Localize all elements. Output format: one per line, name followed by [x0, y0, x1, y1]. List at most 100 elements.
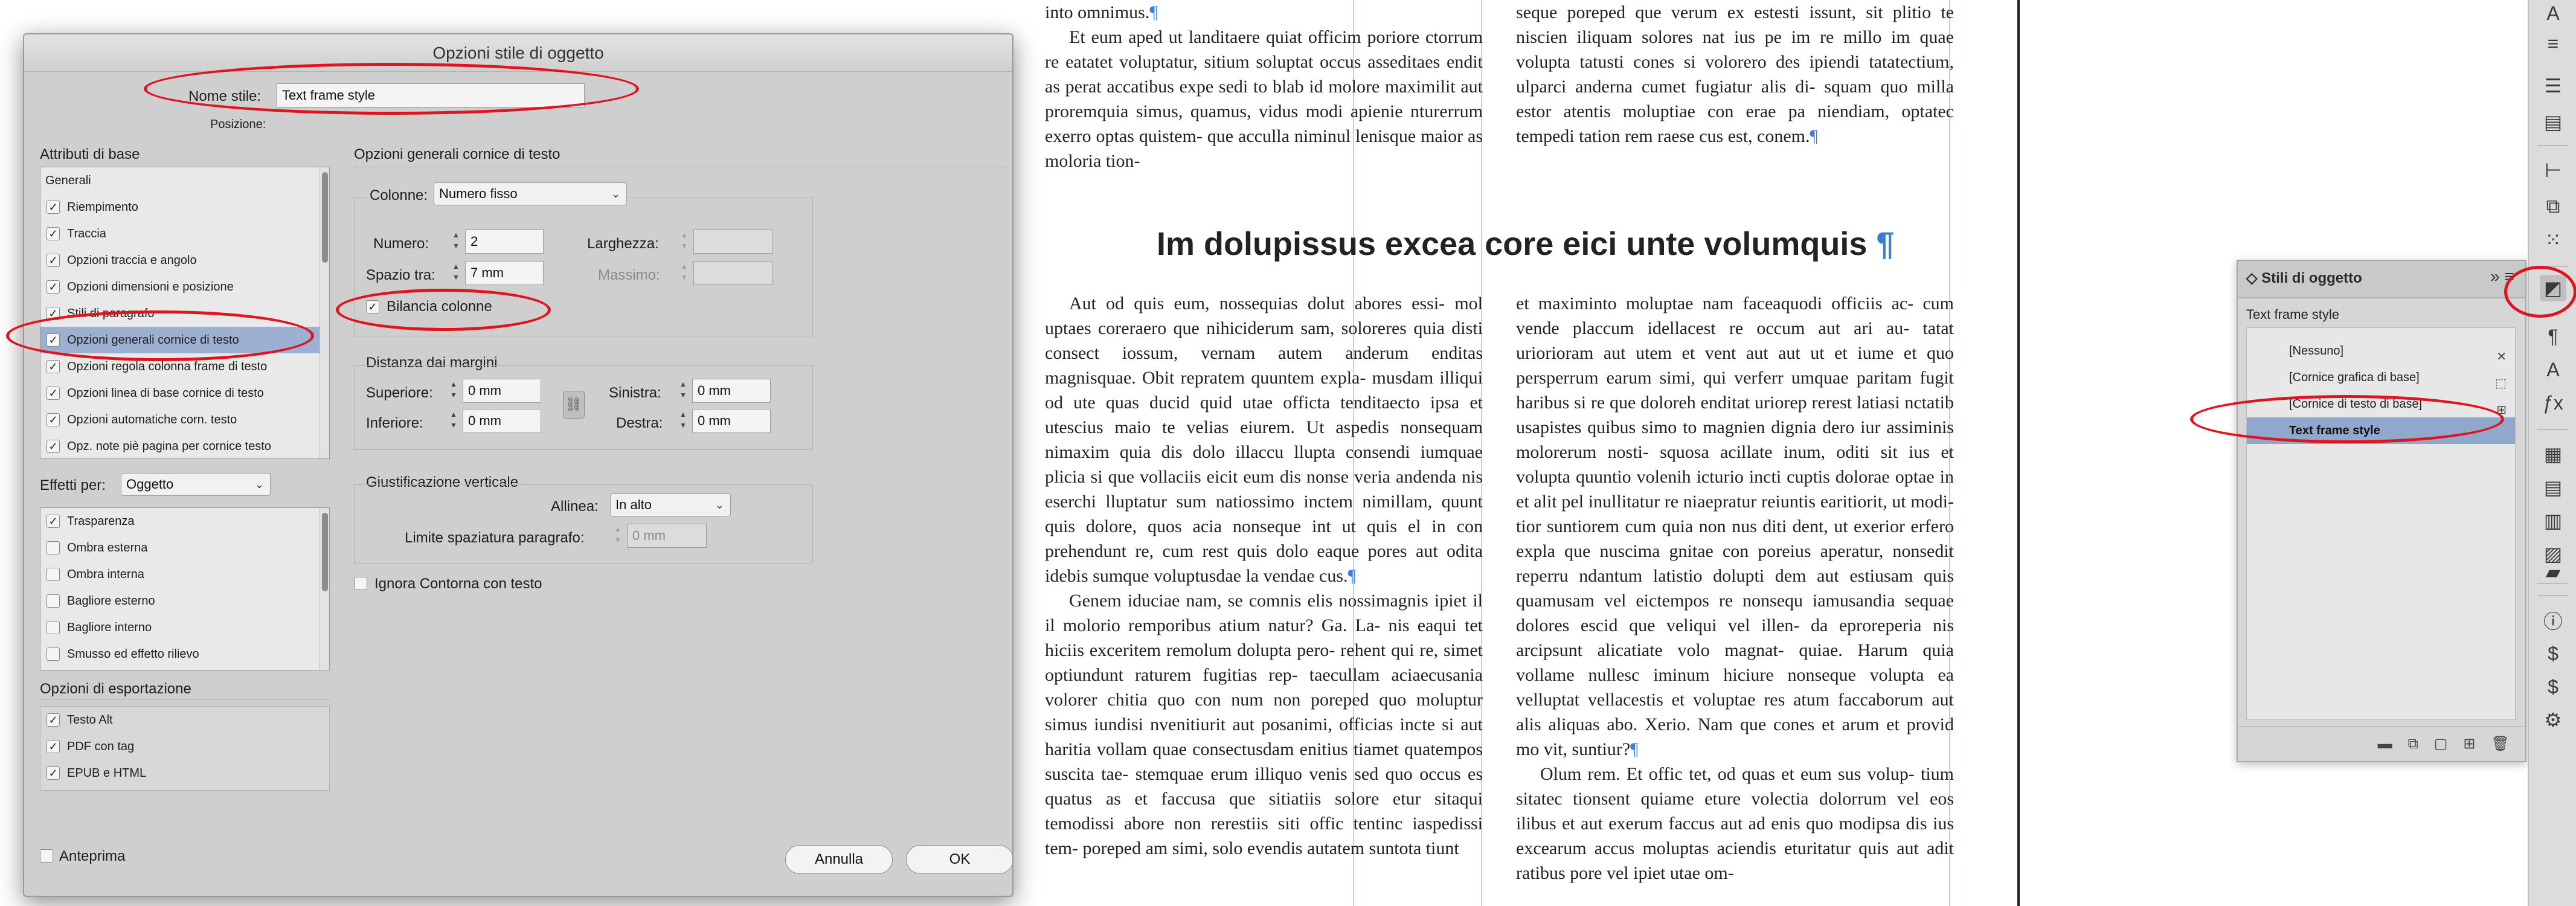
export-item[interactable]: ✓ PDF con tag: [40, 733, 329, 760]
balance-columns-checkbox[interactable]: ✓: [366, 300, 379, 313]
text-column-left[interactable]: Aut od quis eum, nossequias dolut abores…: [1045, 291, 1483, 906]
folder-icon[interactable]: ▬: [2378, 736, 2392, 753]
export-checkbox[interactable]: ✓: [47, 766, 60, 780]
link-chain-icon[interactable]: ⛓: [563, 391, 585, 419]
text-column-right[interactable]: et maximinto moluptae nam faceaquodi off…: [1516, 291, 1954, 906]
effect-checkbox[interactable]: [47, 541, 60, 554]
attribute-item[interactable]: ✓ Traccia: [40, 220, 329, 247]
attribute-checkbox[interactable]: ✓: [47, 413, 60, 426]
style-item-basic-text-frame[interactable]: [Cornice di testo di base] ⊞: [2247, 391, 2515, 417]
attribute-item[interactable]: ✓ Stili di paragrafo: [40, 300, 329, 327]
gutter-input[interactable]: 7 mm: [465, 261, 544, 285]
attribute-checkbox[interactable]: ✓: [47, 440, 60, 453]
panel-tab-object-styles[interactable]: ◇ Stili di oggetto: [2246, 269, 2362, 287]
cell-styles-icon[interactable]: ▥: [2540, 507, 2566, 534]
panel-title-bar[interactable]: ◇ Stili di oggetto » ≡: [2238, 261, 2525, 298]
attribute-checkbox[interactable]: ✓: [47, 227, 60, 240]
attribute-item[interactable]: ✓ Opzioni dimensioni e posizione: [40, 274, 329, 300]
attribute-item[interactable]: ✓ Riempimento: [40, 194, 329, 220]
attribute-item[interactable]: ✓ Opz. note piè pagina per cornice testo: [40, 433, 329, 458]
attribute-checkbox[interactable]: ✓: [47, 307, 60, 320]
preview-checkbox[interactable]: [40, 849, 53, 863]
export-item[interactable]: ✓ Testo Alt: [40, 707, 329, 733]
character-panel-icon[interactable]: A: [2540, 0, 2566, 27]
attribute-item[interactable]: ✓ Opzioni traccia e angolo: [40, 247, 329, 274]
bottom-inset-input[interactable]: 0 mm: [463, 409, 541, 433]
export-checkbox[interactable]: ✓: [47, 740, 60, 753]
left-inset-stepper[interactable]: ▲ ▼: [676, 379, 690, 403]
effects-for-select[interactable]: Oggetto ⌄: [121, 473, 271, 496]
attribute-checkbox[interactable]: ✓: [47, 201, 60, 214]
alignment-icon[interactable]: ⊢: [2540, 157, 2566, 184]
attributes-list[interactable]: Generali ✓ Riempimento ✓ Traccia ✓ Opzioni …: [40, 167, 330, 459]
style-item-none[interactable]: [Nessuno] ✕: [2247, 338, 2515, 364]
style-name-input[interactable]: Text frame style: [277, 83, 585, 108]
ok-button[interactable]: OK: [906, 845, 1012, 874]
new-style-icon[interactable]: ⊞: [2463, 735, 2475, 753]
object-styles-panel[interactable]: ◇ Stili di oggetto » ≡ Text frame style …: [2237, 260, 2526, 762]
scroll-thumb[interactable]: [322, 172, 328, 263]
attribute-checkbox[interactable]: ✓: [47, 387, 60, 400]
attribute-checkbox[interactable]: ✓: [47, 280, 60, 294]
clear-overrides-icon[interactable]: ⧉: [2408, 736, 2418, 753]
effect-checkbox[interactable]: [47, 647, 60, 661]
ignore-text-wrap-checkbox[interactable]: [354, 577, 367, 590]
clear-attributes-icon[interactable]: ▢: [2434, 735, 2448, 753]
style-item-text-frame-style[interactable]: Text frame style: [2247, 417, 2515, 444]
top-inset-stepper[interactable]: ▲ ▼: [447, 379, 460, 403]
effect-checkbox[interactable]: [47, 621, 60, 634]
scroll-thumb[interactable]: [322, 513, 328, 591]
effect-item[interactable]: Ombra interna: [40, 561, 329, 588]
gutter-stepper[interactable]: ▲ ▼: [449, 261, 463, 285]
variables-icon[interactable]: $: [2540, 640, 2566, 667]
attribute-checkbox[interactable]: ✓: [47, 360, 60, 373]
number-input[interactable]: 2: [465, 230, 544, 254]
style-item-basic-graphic-frame[interactable]: [Cornice grafica di base] ⬚: [2247, 364, 2515, 391]
text-column-top-right[interactable]: seque poreped que verum ex estesti issun…: [1516, 0, 1954, 149]
attribute-item[interactable]: ✓ Opzioni linea di base cornice di testo: [40, 380, 329, 406]
object-style-options-dialog[interactable]: Opzioni stile di oggetto Nome stile: Tex…: [23, 33, 1013, 897]
effect-checkbox[interactable]: ✓: [47, 515, 60, 528]
left-inset-input[interactable]: 0 mm: [692, 379, 771, 403]
effect-item[interactable]: ✓ Trasparenza: [40, 508, 329, 535]
effects-scrollbar[interactable]: [320, 508, 329, 670]
align-select[interactable]: In alto ⌄: [610, 493, 731, 516]
top-inset-input[interactable]: 0 mm: [463, 379, 541, 403]
attribute-item[interactable]: ✓ Opzioni regola colonna frame di testo: [40, 353, 329, 380]
attribute-checkbox[interactable]: ✓: [47, 254, 60, 267]
right-inset-input[interactable]: 0 mm: [692, 409, 771, 433]
character-styles-icon[interactable]: A: [2540, 356, 2566, 383]
paragraph-styles-icon[interactable]: ¶: [2540, 323, 2566, 350]
comments-icon[interactable]: ▰: [2540, 559, 2566, 585]
document-heading[interactable]: Im dolupissus excea core eici unte volum…: [1157, 225, 1894, 263]
attributes-scrollbar[interactable]: [320, 167, 329, 458]
bottom-inset-stepper[interactable]: ▲ ▼: [447, 409, 460, 433]
number-stepper[interactable]: ▲ ▼: [449, 230, 463, 254]
data-merge-icon[interactable]: $: [2540, 673, 2566, 700]
effect-checkbox[interactable]: [47, 594, 60, 608]
align-panel-icon[interactable]: ☰: [2540, 72, 2566, 99]
attribute-item-selected[interactable]: ✓ Opzioni generali cornice di testo: [40, 327, 329, 353]
styles-list[interactable]: [Nessuno] ✕ [Cornice grafica di base] ⬚ [C…: [2246, 327, 2516, 720]
object-styles-icon[interactable]: ◩: [2540, 275, 2566, 301]
text-column-top-left[interactable]: into omnimus.¶ Et eum aped ut landitaere…: [1045, 0, 1483, 173]
paragraph-panel-icon[interactable]: ≡: [2540, 30, 2566, 57]
trash-icon[interactable]: 🗑: [2491, 735, 2510, 753]
cancel-button[interactable]: Annulla: [785, 845, 893, 874]
effects-list[interactable]: ✓ Trasparenza Ombra esterna Ombra interna…: [40, 507, 330, 670]
effect-item[interactable]: Bagliore esterno: [40, 588, 329, 614]
settings-icon[interactable]: ⚙: [2540, 707, 2566, 733]
export-item[interactable]: ✓ EPUB e HTML: [40, 760, 329, 786]
columns-select[interactable]: Numero fisso ⌄: [434, 182, 627, 205]
panel-menu-icon[interactable]: » ≡: [2490, 267, 2514, 286]
right-inset-stepper[interactable]: ▲ ▼: [676, 409, 690, 433]
effects-icon[interactable]: ƒx: [2540, 390, 2566, 416]
gradient-panel-icon[interactable]: ▤: [2540, 109, 2566, 135]
pathfinder-icon[interactable]: ⧉: [2540, 193, 2566, 220]
table-styles-icon[interactable]: ▤: [2540, 474, 2566, 501]
effect-item[interactable]: Ombra esterna: [40, 535, 329, 561]
table-icon[interactable]: ▦: [2540, 441, 2566, 467]
effect-item[interactable]: Bagliore interno: [40, 614, 329, 641]
info-icon[interactable]: ⓘ: [2540, 607, 2566, 634]
attribute-checkbox[interactable]: ✓: [47, 333, 60, 347]
